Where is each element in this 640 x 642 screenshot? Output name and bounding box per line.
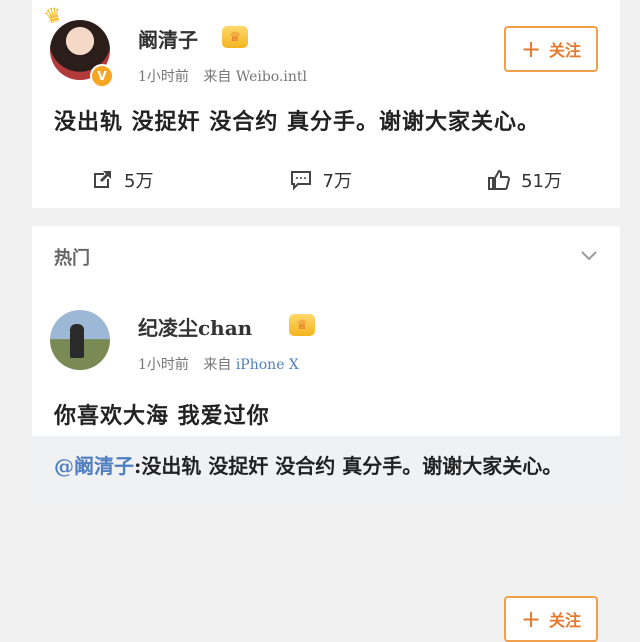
mention-link[interactable]: @阚清子: [54, 454, 134, 478]
avatar-person-figure: [70, 324, 84, 358]
share-button[interactable]: 5万: [90, 167, 153, 193]
post-card-1: ♛ V 阚清子 ♕ 1小时前 来自 Weibo.intl + 关注 没出轨 没捉…: [32, 0, 620, 208]
follow-button[interactable]: + 关注: [504, 26, 598, 72]
comment-count: 7万: [322, 171, 352, 192]
like-button[interactable]: 51万: [487, 167, 562, 193]
plus-icon: +: [520, 605, 542, 633]
plus-icon: +: [520, 35, 542, 63]
source-name: Weibo.intl: [235, 69, 308, 85]
share-icon: [90, 168, 114, 192]
post-text: 没出轨 没捉奸 没合约 真分手。谢谢大家关心。: [54, 109, 540, 135]
vip-crown-icon: ♕: [222, 26, 248, 48]
like-count: 51万: [521, 171, 562, 192]
hot-title: 热门: [54, 248, 90, 269]
from-label: 来自: [203, 357, 232, 373]
username[interactable]: 阚清子: [138, 24, 198, 53]
comment-icon: [289, 168, 313, 192]
share-count: 5万: [124, 171, 154, 192]
quote-text: :没出轨 没捉奸 没合约 真分手。谢谢大家关心。: [134, 454, 563, 478]
follow-label: 关注: [549, 41, 582, 60]
post-source-label: 来自 Weibo.intl: [203, 69, 307, 85]
vip-crown-icon: ♕: [289, 314, 315, 336]
like-icon: [487, 168, 511, 192]
post-meta: 1小时前 来自 Weibo.intl: [138, 66, 307, 86]
post-source-label: 来自 iPhone X: [203, 357, 299, 373]
post-meta: 1小时前 来自 iPhone X: [138, 354, 299, 374]
avatar[interactable]: [50, 310, 110, 370]
post-time: 1小时前: [138, 357, 189, 373]
post-actions: 5万 7万 51万: [32, 160, 620, 200]
from-label: 来自: [203, 69, 232, 85]
source-link[interactable]: iPhone X: [236, 357, 299, 373]
follow-label: 关注: [549, 611, 582, 630]
follow-button[interactable]: + 关注: [504, 596, 598, 642]
post-text: 你喜欢大海 我爱过你: [54, 403, 270, 429]
quoted-post[interactable]: @阚清子:没出轨 没捉奸 没合约 真分手。谢谢大家关心。: [32, 436, 620, 504]
verified-badge-icon: V: [90, 64, 114, 88]
chevron-down-icon[interactable]: [578, 244, 600, 266]
hot-section-header: 热门: [32, 226, 620, 284]
post-card-2: 纪凌尘chan ♕ 1小时前 来自 iPhone X + 关注 你喜欢大海 我爱…: [32, 284, 620, 642]
post-time: 1小时前: [138, 69, 189, 85]
comment-button[interactable]: 7万: [289, 167, 352, 193]
username[interactable]: 纪凌尘chan: [138, 312, 252, 341]
